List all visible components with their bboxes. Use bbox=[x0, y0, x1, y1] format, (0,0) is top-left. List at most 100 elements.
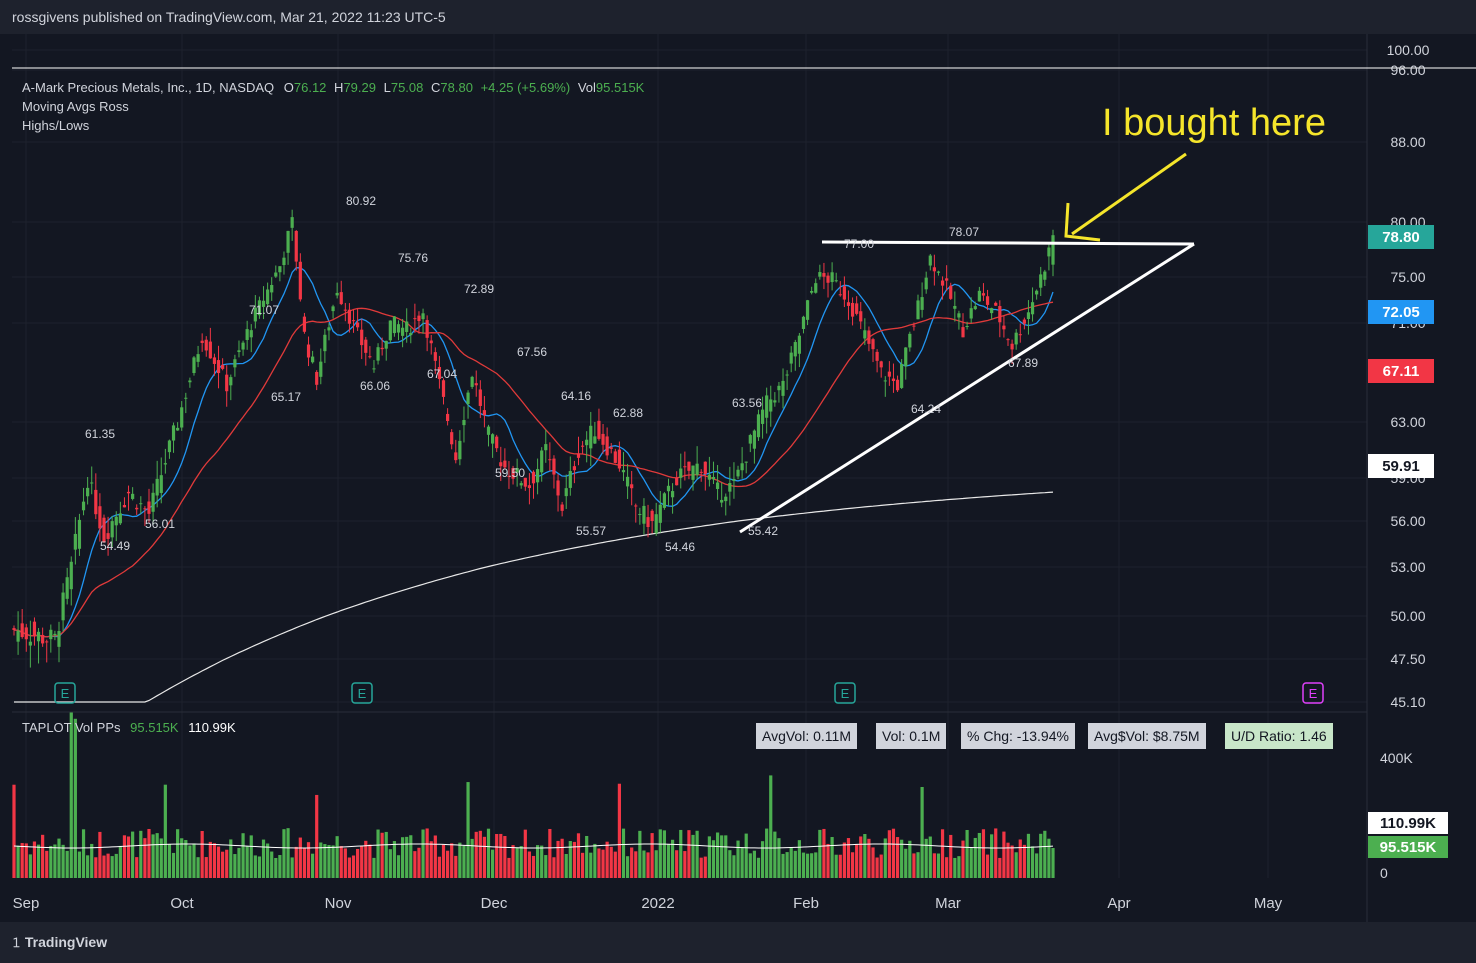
candle-body bbox=[765, 395, 769, 418]
volume-bar bbox=[834, 854, 838, 878]
candle-body bbox=[458, 440, 462, 460]
candle-body bbox=[1022, 319, 1026, 324]
price-tick-label: 50.00 bbox=[1390, 608, 1425, 624]
volume-bar bbox=[928, 836, 932, 878]
candle-body bbox=[760, 409, 765, 424]
candle-body bbox=[347, 309, 352, 324]
stat-avgvol: AvgVol: 0.11M bbox=[756, 723, 857, 749]
volume-bar bbox=[94, 857, 98, 878]
volume-bar bbox=[384, 831, 388, 878]
candle-body bbox=[908, 333, 912, 348]
candle-body bbox=[114, 516, 118, 526]
volume-bar bbox=[1035, 853, 1039, 878]
volume-bar bbox=[904, 848, 908, 878]
candle-body bbox=[740, 463, 744, 471]
candle-body bbox=[589, 425, 593, 449]
candle-body bbox=[830, 272, 834, 283]
volume-bar bbox=[380, 832, 384, 878]
volume-bar bbox=[221, 851, 225, 878]
candle-body bbox=[171, 425, 176, 441]
volume-bar bbox=[850, 852, 855, 878]
volume-bar bbox=[396, 855, 401, 878]
volume-bar bbox=[347, 857, 352, 878]
volume-bar bbox=[1014, 852, 1018, 878]
volume-bar bbox=[376, 829, 380, 878]
candle-body bbox=[879, 361, 883, 368]
volume-bar bbox=[949, 834, 953, 878]
candle-body bbox=[519, 483, 523, 486]
volume-bar bbox=[462, 845, 466, 878]
volume-bar bbox=[155, 833, 159, 878]
candle-body bbox=[728, 483, 732, 492]
publish-info: rossgivens published on TradingView.com,… bbox=[12, 9, 446, 25]
candle-body bbox=[593, 436, 597, 444]
candle-body bbox=[351, 320, 356, 322]
earnings-marker-label: E bbox=[841, 686, 850, 701]
candle-body bbox=[703, 461, 707, 475]
volume-bar bbox=[720, 835, 724, 878]
candle-body bbox=[319, 361, 323, 377]
volume-bar bbox=[57, 838, 61, 878]
volume-bar bbox=[765, 828, 769, 878]
volume-bar bbox=[740, 847, 744, 878]
candle-body bbox=[1018, 334, 1022, 336]
chart-svg[interactable]: 61.35 54.49 56.01 71.07 65.17 80.92 66.06 75.76… bbox=[0, 34, 1476, 922]
indicator-moving-avgs[interactable]: Moving Avgs Ross bbox=[22, 99, 644, 114]
price-badge-label: 72.05 bbox=[1382, 304, 1420, 321]
candle-body bbox=[531, 471, 536, 484]
volume-bar bbox=[977, 832, 981, 878]
candle-body bbox=[474, 383, 478, 386]
volume-bar bbox=[401, 837, 405, 878]
candle-body bbox=[711, 476, 716, 480]
candle-body bbox=[961, 327, 965, 338]
candle-body bbox=[928, 255, 932, 266]
volume-bar bbox=[1051, 848, 1055, 878]
volume-bar bbox=[654, 850, 658, 878]
c-label: C bbox=[431, 80, 441, 95]
candle-body bbox=[609, 447, 613, 449]
volume-bar bbox=[548, 828, 552, 878]
volume-bar bbox=[736, 840, 740, 878]
volume-bar bbox=[466, 782, 470, 878]
candle-body bbox=[490, 434, 495, 444]
candle-body bbox=[720, 499, 724, 503]
candle-body bbox=[773, 400, 777, 403]
volume-bar bbox=[237, 847, 241, 878]
volume-bar bbox=[634, 851, 638, 878]
candle-body bbox=[81, 501, 86, 511]
candle-body bbox=[912, 325, 916, 327]
volume-bar bbox=[200, 830, 204, 878]
candle-body bbox=[323, 334, 327, 352]
candle-body bbox=[77, 519, 82, 549]
candle-body bbox=[695, 463, 699, 475]
volume-bar bbox=[445, 850, 450, 878]
candle-body bbox=[32, 621, 37, 637]
candle-body bbox=[429, 340, 433, 344]
volume-bar bbox=[225, 849, 229, 878]
volume-bar bbox=[687, 830, 691, 878]
volume-bar bbox=[311, 853, 315, 878]
volume-bar bbox=[957, 856, 961, 878]
candle-body bbox=[294, 230, 298, 262]
candle-body bbox=[180, 407, 184, 428]
candle-body bbox=[564, 488, 568, 497]
volume-bar bbox=[249, 835, 253, 878]
volume-bar bbox=[261, 839, 266, 878]
candle-body bbox=[311, 356, 315, 363]
volume-indicator-name[interactable]: TAPLOT Vol PPs bbox=[22, 720, 121, 735]
indicator-highs-lows[interactable]: Highs/Lows bbox=[22, 118, 644, 133]
volume-bar bbox=[511, 845, 515, 878]
volume-bar bbox=[531, 855, 536, 878]
candle-body bbox=[147, 501, 151, 514]
candle-body bbox=[1039, 274, 1043, 288]
candle-body bbox=[875, 351, 879, 361]
volume-bar bbox=[973, 837, 977, 878]
candle-body bbox=[24, 627, 28, 640]
volume-bar bbox=[699, 857, 703, 878]
swing-label: 80.92 bbox=[346, 194, 376, 208]
volume-bar bbox=[433, 835, 437, 878]
volume-bar bbox=[961, 840, 965, 878]
candle-body bbox=[949, 285, 953, 299]
candle-body bbox=[535, 469, 540, 483]
volume-bar bbox=[801, 852, 806, 878]
